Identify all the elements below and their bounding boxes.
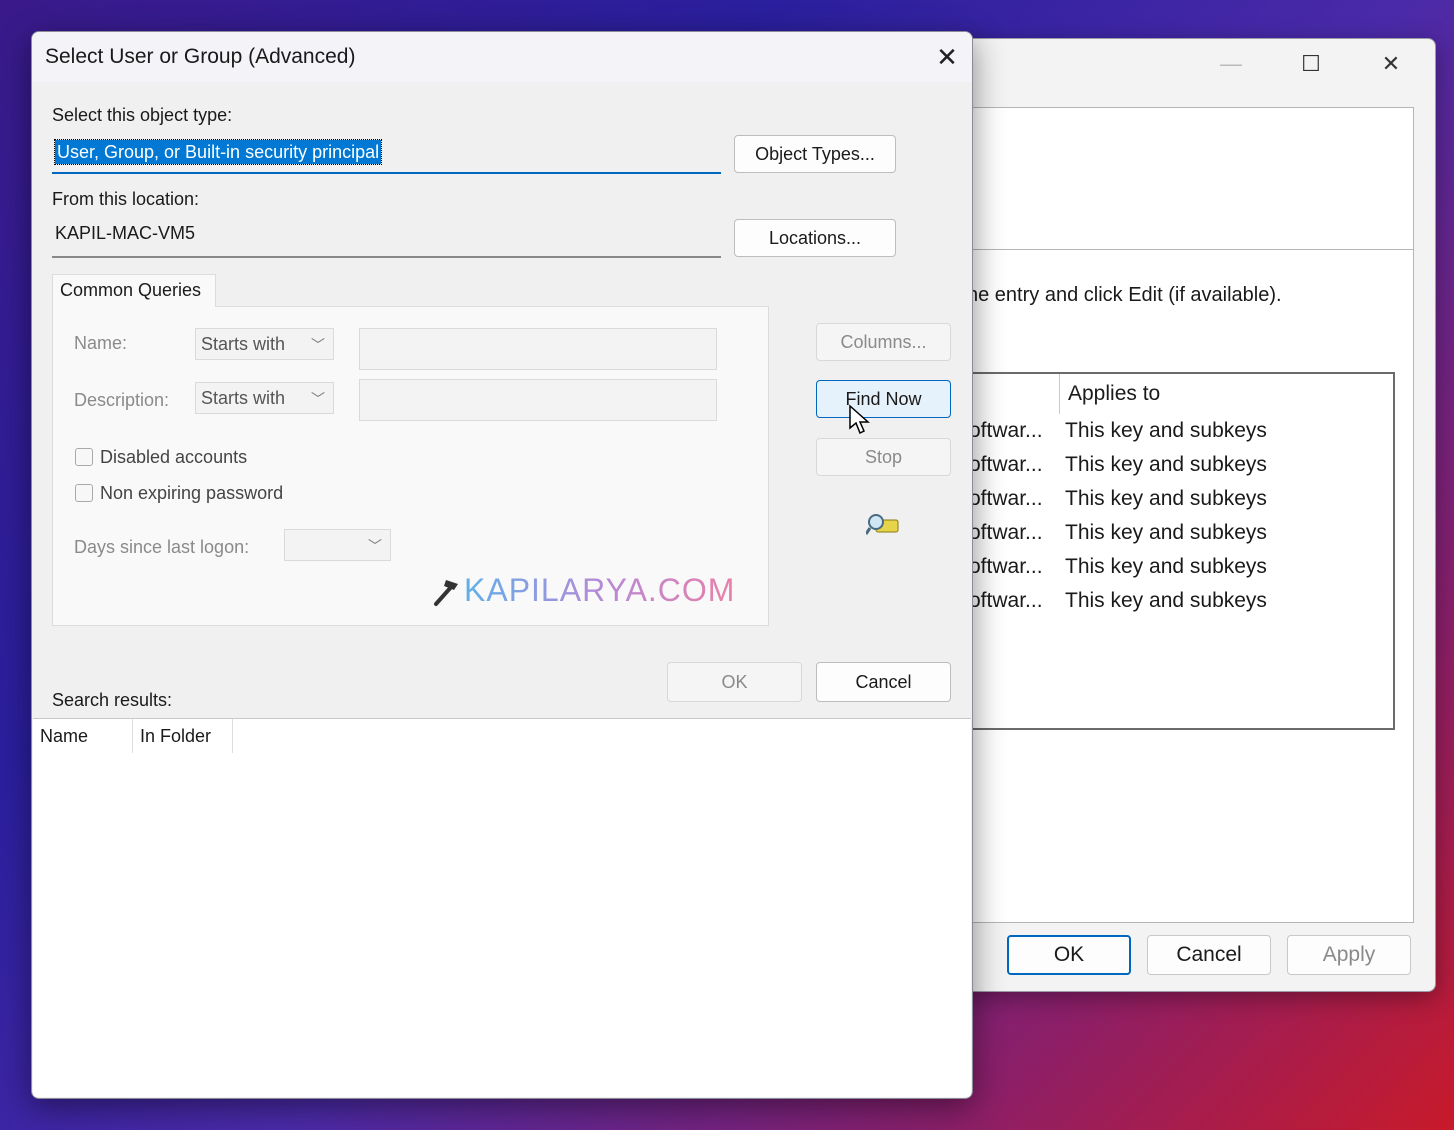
bg-apply-button[interactable]: Apply <box>1287 935 1411 975</box>
bg-top-panel <box>961 107 1414 251</box>
close-icon[interactable]: ✕ <box>1361 39 1421 89</box>
non-expiring-password-label: Non expiring password <box>100 483 284 503</box>
object-type-label: Select this object type: <box>52 105 233 125</box>
flashlight-search-icon <box>866 514 899 535</box>
column-header-applies-to[interactable]: Applies to <box>1059 374 1160 414</box>
minimize-icon[interactable]: — <box>1201 39 1261 89</box>
name-mode-select[interactable]: Starts with ﹀ <box>195 328 334 360</box>
disabled-accounts-label: Disabled accounts <box>100 447 248 467</box>
search-results-list[interactable]: Name In Folder <box>33 718 971 1097</box>
permission-entries-list[interactable]: Applies to oftwar... This key and subkeys… <box>961 372 1395 730</box>
search-results-label: Search results: <box>52 690 173 710</box>
days-since-logon-select[interactable]: ﹀ <box>284 529 391 561</box>
select-user-or-group-dialog: Select User or Group (Advanced) ✕ Select… <box>31 31 973 1099</box>
hammer-icon <box>434 579 458 606</box>
column-header-in-folder[interactable]: In Folder <box>133 719 233 753</box>
name-label: Name: <box>74 333 128 353</box>
object-type-value: User, Group, or Built-in security princi… <box>53 139 383 165</box>
background-permissions-window: — ☐ ✕ ne entry and click Edit (if availa… <box>960 38 1436 992</box>
watermark-text: KAPILARYA.COM <box>464 572 736 608</box>
locations-button[interactable]: Locations... <box>734 219 896 257</box>
ok-button[interactable]: OK <box>667 662 802 702</box>
object-type-field[interactable]: User, Group, or Built-in security princi… <box>52 134 721 174</box>
bg-instruction-text: ne entry and click Edit (if available). <box>967 284 1282 306</box>
bg-cancel-button[interactable]: Cancel <box>1147 935 1271 975</box>
stop-button[interactable]: Stop <box>816 438 951 476</box>
location-label: From this location: <box>52 189 200 209</box>
chevron-down-icon: ﹀ <box>368 538 382 554</box>
location-field: KAPIL-MAC-VM5 <box>52 218 721 258</box>
cancel-button[interactable]: Cancel <box>816 662 951 702</box>
close-icon[interactable]: ✕ <box>922 32 972 82</box>
watermark-logo: KAPILARYA.COM <box>430 572 735 609</box>
maximize-icon[interactable]: ☐ <box>1281 39 1341 89</box>
column-header-name[interactable]: Name <box>33 719 133 753</box>
chevron-down-icon: ﹀ <box>311 391 325 407</box>
bg-main-panel: ne entry and click Edit (if available). … <box>961 249 1414 923</box>
chevron-down-icon: ﹀ <box>311 337 325 353</box>
tab-common-queries[interactable]: Common Queries <box>52 274 216 307</box>
bg-ok-button[interactable]: OK <box>1007 935 1131 975</box>
columns-button[interactable]: Columns... <box>816 323 951 361</box>
description-input[interactable] <box>359 379 717 421</box>
non-expiring-password-checkbox[interactable] <box>75 484 93 502</box>
mouse-pointer-icon <box>849 404 870 435</box>
description-mode-select[interactable]: Starts with ﹀ <box>195 382 334 414</box>
dialog-title: Select User or Group (Advanced) <box>45 45 356 68</box>
days-since-logon-label: Days since last logon: <box>74 537 250 557</box>
object-types-button[interactable]: Object Types... <box>734 135 896 173</box>
disabled-accounts-checkbox[interactable] <box>75 448 93 466</box>
description-label: Description: <box>74 390 170 410</box>
name-input[interactable] <box>359 328 717 370</box>
find-now-button[interactable]: Find Now <box>816 380 951 418</box>
